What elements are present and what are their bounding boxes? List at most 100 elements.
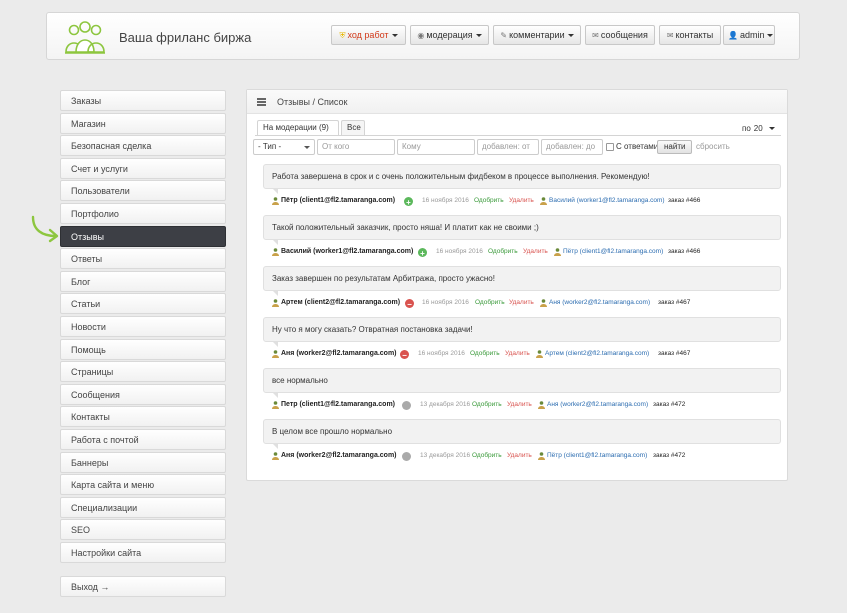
review-order[interactable]: заказ #466 (668, 246, 700, 258)
review-text: Ну что я могу сказать? Отвратная постано… (263, 317, 781, 347)
pencil-icon: ✎ (500, 31, 508, 40)
per-page-label: по (742, 124, 751, 133)
sidebar-item-reviews[interactable]: Отзывы (60, 225, 226, 247)
delete-link[interactable]: Удалить (509, 297, 534, 309)
eye-icon: ◉ (417, 31, 425, 40)
sidebar-item-shop[interactable]: Магазин (60, 112, 226, 134)
delete-link[interactable]: Удалить (509, 195, 534, 207)
sidebar-item-blog[interactable]: Блог (60, 270, 226, 292)
review-order[interactable]: заказ #467 (658, 348, 690, 360)
sidebar-item-articles[interactable]: Статьи (60, 293, 226, 315)
plus-icon: + (404, 196, 413, 207)
logout-button[interactable]: Выход → (60, 576, 226, 597)
sidebar-item-sitemap[interactable]: Карта сайта и меню (60, 474, 226, 496)
envelope-icon: ✉ (666, 31, 674, 40)
chevron-down-icon (768, 127, 775, 131)
user-icon (272, 452, 279, 465)
sidebar-item-users[interactable]: Пользователи (60, 180, 226, 202)
added-from-input[interactable]: добавлен: от (477, 139, 539, 155)
delete-link[interactable]: Удалить (507, 399, 532, 411)
hamburger-icon[interactable] (257, 98, 266, 106)
review-author[interactable]: Аня (worker2@fl2.tamaranga.com) (281, 450, 397, 462)
sidebar-item-portfolio[interactable]: Портфолио (60, 202, 226, 224)
sidebar-item-messages[interactable]: Сообщения (60, 383, 226, 405)
approve-link[interactable]: Одобрить (470, 348, 500, 360)
nav-admin-button[interactable]: 👤 admin (723, 25, 775, 45)
delete-link[interactable]: Удалить (505, 348, 530, 360)
find-button[interactable]: найти (657, 140, 693, 154)
sidebar-menu: Заказы Магазин Безопасная сделка Счет и … (60, 90, 226, 564)
review-order[interactable]: заказ #472 (653, 399, 685, 411)
sidebar-item-answers[interactable]: Ответы (60, 248, 226, 270)
type-select-value: - Тип - (258, 142, 282, 151)
user-icon (554, 248, 561, 261)
per-page-select[interactable]: по 20 (742, 124, 775, 133)
review-author[interactable]: Петр (client1@fl2.tamaranga.com) (281, 399, 395, 411)
tab-all[interactable]: Все (341, 120, 365, 136)
review-author[interactable]: Аня (worker2@fl2.tamaranga.com) (281, 348, 397, 360)
approve-link[interactable]: Одобрить (474, 195, 504, 207)
sidebar-item-news[interactable]: Новости (60, 315, 226, 337)
tab-moderation[interactable]: На модерации (9) (257, 120, 339, 136)
approve-link[interactable]: Одобрить (475, 297, 505, 309)
tabs-divider (255, 135, 781, 136)
review-date: 16 ноября 2016 (418, 350, 465, 357)
review-order[interactable]: заказ #467 (658, 297, 690, 309)
review-order[interactable]: заказ #472 (653, 450, 685, 462)
approve-link[interactable]: Одобрить (472, 399, 502, 411)
nav-label: контакты (675, 30, 714, 40)
sidebar-item-banners[interactable]: Баннеры (60, 451, 226, 473)
site-header: Ваша фриланс биржа ⛨ ход работ ◉ модерация… (46, 12, 800, 60)
sidebar-item-help[interactable]: Помощь (60, 338, 226, 360)
sidebar-item-pages[interactable]: Страницы (60, 361, 226, 383)
added-to-input[interactable]: добавлен: до (541, 139, 603, 155)
nav-comments-button[interactable]: ✎ комментарии (493, 25, 581, 45)
sidebar-item-mail[interactable]: Работа с почтой (60, 428, 226, 450)
envelope-icon: ✉ (592, 31, 599, 40)
sidebar-item-safe-deal[interactable]: Безопасная сделка (60, 135, 226, 157)
review-target[interactable]: Артем (client2@fl2.tamaranga.com) (545, 348, 649, 360)
review-item: Ну что я могу сказать? Отвратная постано… (263, 317, 781, 368)
nav-messages-button[interactable]: ✉ сообщения (585, 25, 655, 45)
sidebar-item-settings[interactable]: Настройки сайта (60, 541, 226, 563)
to-input[interactable]: Кому (397, 139, 475, 155)
user-icon (540, 299, 547, 312)
delete-link[interactable]: Удалить (523, 246, 548, 258)
approve-link[interactable]: Одобрить (488, 246, 518, 258)
review-order[interactable]: заказ #466 (668, 195, 700, 207)
user-icon (272, 350, 279, 363)
sidebar-item-billing[interactable]: Счет и услуги (60, 157, 226, 179)
user-icon (272, 197, 279, 210)
with-answers-checkbox[interactable] (606, 143, 614, 151)
review-target[interactable]: Василий (worker1@fl2.tamaranga.com) (549, 195, 665, 207)
review-target[interactable]: Аня (worker2@fl2.tamaranga.com) (547, 399, 648, 411)
review-item: все нормально Петр (client1@fl2.tamarang… (263, 368, 781, 419)
approve-link[interactable]: Одобрить (472, 450, 502, 462)
shield-icon: ⛨ (339, 31, 346, 40)
review-item: Такой положительный заказчик, просто няш… (263, 215, 781, 266)
review-author[interactable]: Артем (client2@fl2.tamaranga.com) (281, 297, 400, 309)
nav-label: модерация (426, 30, 473, 40)
neutral-status-icon (402, 400, 411, 410)
from-input[interactable]: От кого (317, 139, 395, 155)
sidebar-item-specializations[interactable]: Специализации (60, 496, 226, 518)
sidebar-item-contacts[interactable]: Контакты (60, 406, 226, 428)
review-target[interactable]: Пётр (client1@fl2.tamaranga.com) (547, 450, 647, 462)
review-author[interactable]: Пётр (client1@fl2.tamaranga.com) (281, 195, 395, 207)
review-author[interactable]: Василий (worker1@fl2.tamaranga.com) (281, 246, 413, 258)
nav-moderation-button[interactable]: ◉ модерация (410, 25, 489, 45)
user-icon (272, 248, 279, 261)
sidebar-item-orders[interactable]: Заказы (60, 90, 226, 111)
delete-link[interactable]: Удалить (507, 450, 532, 462)
review-text: все нормально (263, 368, 781, 398)
nav-label: сообщения (600, 30, 648, 40)
sidebar-item-seo[interactable]: SEO (60, 519, 226, 541)
type-select[interactable]: - Тип - (253, 139, 315, 155)
review-target[interactable]: Аня (worker2@fl2.tamaranga.com) (549, 297, 650, 309)
nav-progress-button[interactable]: ⛨ ход работ (331, 25, 406, 45)
chevron-down-icon (475, 34, 482, 38)
nav-contacts-button[interactable]: ✉ контакты (659, 25, 721, 45)
reset-link[interactable]: сбросить (696, 142, 730, 151)
review-target[interactable]: Пётр (client1@fl2.tamaranga.com) (563, 246, 663, 258)
review-text: Такой положительный заказчик, просто няш… (263, 215, 781, 245)
